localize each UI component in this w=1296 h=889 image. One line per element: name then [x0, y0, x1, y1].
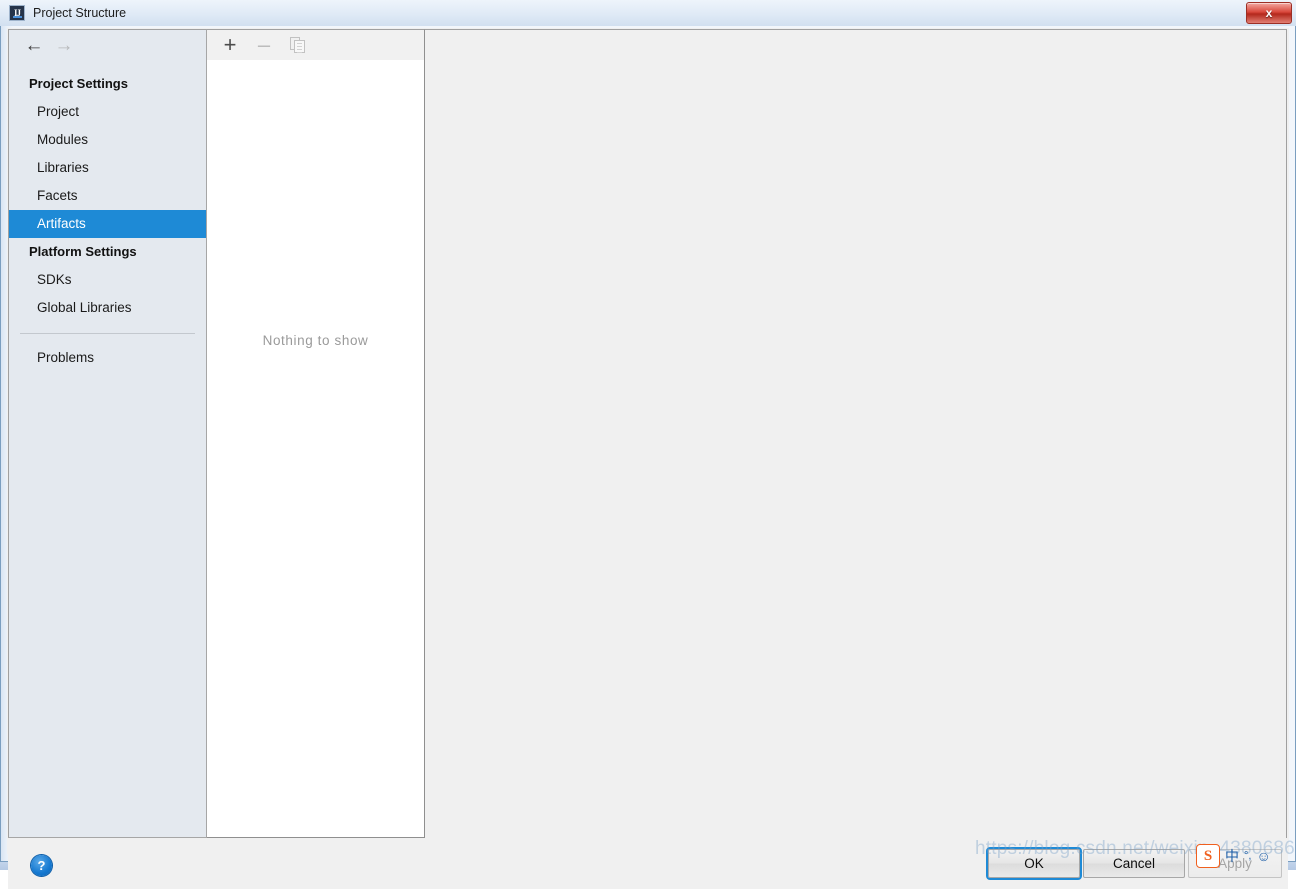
- settings-sidebar[interactable]: Project Settings Project Modules Librari…: [8, 60, 207, 838]
- sidebar-group-platform-settings: Platform Settings: [29, 244, 137, 259]
- sidebar-item-modules[interactable]: Modules: [9, 126, 206, 154]
- sidebar-divider: [20, 333, 195, 334]
- sidebar-item-sdks[interactable]: SDKs: [9, 266, 206, 294]
- sidebar-item-problems[interactable]: Problems: [9, 344, 206, 372]
- sidebar-group-project-settings: Project Settings: [29, 76, 128, 91]
- sidebar-item-libraries[interactable]: Libraries: [9, 154, 206, 182]
- help-label: ?: [37, 858, 46, 873]
- help-icon[interactable]: ?: [31, 855, 52, 876]
- copy-icon: [290, 37, 306, 53]
- arrow-left-icon[interactable]: ←: [19, 30, 49, 60]
- close-icon: x: [1265, 6, 1273, 20]
- sidebar-item-global-libraries[interactable]: Global Libraries: [9, 294, 206, 322]
- sidebar-item-facets[interactable]: Facets: [9, 182, 206, 210]
- copy-artifact-button: [285, 32, 311, 58]
- ime-punctuation-toggle[interactable]: °,: [1244, 850, 1251, 862]
- close-button[interactable]: x: [1246, 2, 1292, 24]
- intellij-idea-icon: IJ: [9, 5, 25, 21]
- ime-language-toggle[interactable]: 中: [1225, 849, 1239, 863]
- arrow-right-icon: →: [54, 34, 74, 56]
- empty-state-message: Nothing to show: [262, 333, 369, 348]
- project-structure-dialog: IJ Project Structure x ← → Project Setti…: [0, 0, 1296, 889]
- plus-icon: +: [223, 32, 237, 57]
- artifacts-toolbar: + –: [207, 29, 425, 60]
- artifacts-list-panel[interactable]: Nothing to show: [207, 60, 425, 838]
- minus-icon: –: [257, 32, 271, 57]
- dialog-client-area: ← → Project Settings Project Modules Lib…: [7, 28, 1289, 889]
- artifact-detail-panel: [425, 29, 1287, 838]
- navigation-bar: ← →: [8, 29, 207, 60]
- sogou-logo-label: S: [1203, 847, 1213, 864]
- window-title: Project Structure: [33, 6, 127, 20]
- sogou-ime-icon[interactable]: S: [1196, 844, 1220, 868]
- sidebar-item-project[interactable]: Project: [9, 98, 206, 126]
- system-tray: S 中 °, ☺: [1196, 843, 1271, 869]
- add-artifact-button[interactable]: +: [217, 32, 243, 58]
- remove-artifact-button: –: [251, 32, 277, 58]
- sidebar-item-artifacts[interactable]: Artifacts: [9, 210, 206, 238]
- title-bar: IJ Project Structure x: [0, 0, 1296, 26]
- ime-emoji-button[interactable]: ☺: [1256, 849, 1270, 863]
